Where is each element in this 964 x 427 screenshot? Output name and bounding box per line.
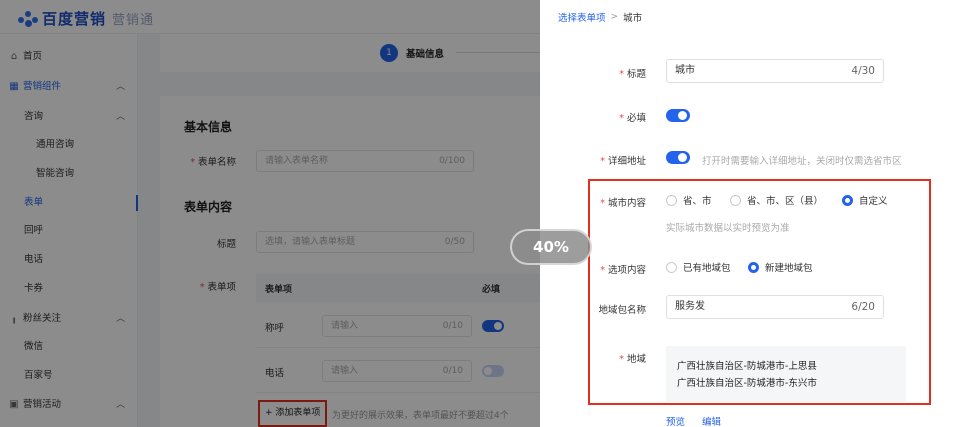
region-pack-name-label: 地域包名称 [598, 305, 646, 316]
required-label: * 必填 [619, 113, 646, 124]
list-item: 广西壮族自治区-防城港市-东兴市 [677, 378, 817, 389]
city-content-hint: 实际城市数据以实时预览为准 [666, 223, 790, 234]
list-item: 广西壮族自治区-防城港市-上思县 [677, 361, 817, 372]
main-app: 百度营销 营销通 ⌂ 首页 ▦ 营销组件 ︿ 咨询 ︿ 通用咨询 智能咨询 表单… [0, 0, 540, 427]
breadcrumb-current: 城市 [623, 13, 643, 24]
title-input[interactable]: 城市 4/30 [666, 59, 884, 83]
region-list[interactable]: 广西壮族自治区-防城港市-上思县 广西壮族自治区-防城港市-东兴市 [666, 346, 906, 402]
radio-unchecked-icon [666, 194, 677, 206]
breadcrumb-separator: > [610, 12, 619, 22]
detail-address-hint: 打开时需要输入详细地址，关闭时仅需选省市区 [702, 156, 902, 167]
region-pack-name-value: 服务发 [675, 301, 705, 312]
title-count: 4/30 [851, 65, 875, 77]
preview-link[interactable]: 预览 [666, 414, 685, 427]
region-label: * 地域 [619, 354, 646, 365]
title-label: * 标题 [619, 69, 646, 80]
option-existing-region-pack[interactable]: 已有地域包 [666, 260, 731, 274]
city-option-custom[interactable]: 自定义 [842, 193, 888, 207]
required-toggle[interactable] [666, 109, 690, 122]
city-option-province-city[interactable]: 省、市 [666, 193, 712, 207]
radio-checked-icon [748, 261, 759, 273]
detail-address-label: * 详细地址 [600, 156, 646, 167]
title-value: 城市 [675, 65, 695, 76]
zoom-level-badge: 40% [510, 229, 592, 265]
radio-unchecked-icon [730, 194, 741, 206]
region-pack-name-input[interactable]: 服务发 6/20 [666, 295, 884, 319]
breadcrumb-parent-link[interactable]: 选择表单项 [558, 10, 606, 24]
city-settings-drawer: 选择表单项 > 城市 * 标题 城市 4/30 * 必填 * 详细地址 打开时需要输入… [540, 0, 964, 427]
detail-address-toggle[interactable] [666, 151, 690, 164]
option-new-region-pack[interactable]: 新建地域包 [748, 260, 813, 274]
city-option-province-city-district[interactable]: 省、市、区（县） [730, 193, 823, 207]
modal-overlay[interactable] [0, 0, 540, 427]
breadcrumb: 选择表单项 > 城市 [558, 10, 642, 24]
radio-checked-icon [842, 194, 853, 206]
edit-link[interactable]: 编辑 [702, 414, 721, 427]
region-pack-name-count: 6/20 [851, 301, 875, 313]
city-content-label: * 城市内容 [600, 198, 646, 209]
radio-unchecked-icon [666, 261, 677, 273]
